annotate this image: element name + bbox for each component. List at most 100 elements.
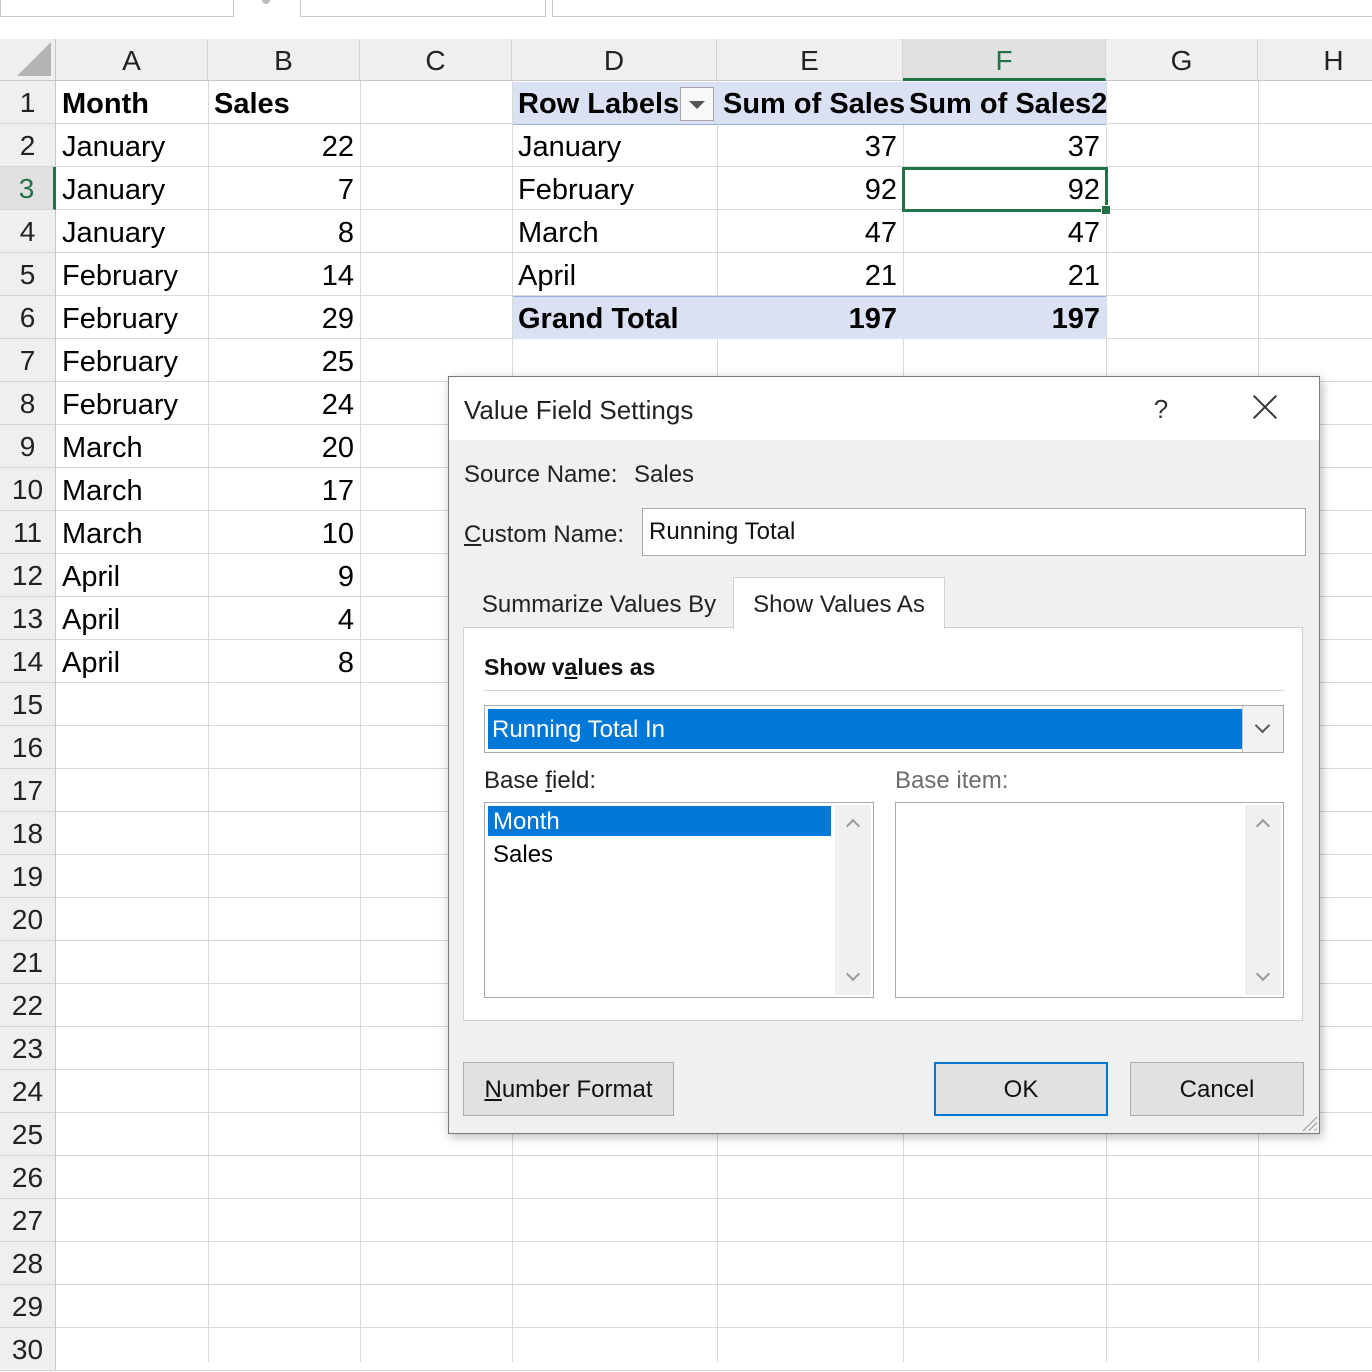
tab-summarize-values-by[interactable]: Summarize Values By — [465, 577, 733, 627]
close-icon[interactable] — [1245, 387, 1285, 427]
name-box[interactable]: F3 — [0, 0, 234, 17]
row-header-12[interactable]: 12 — [0, 554, 56, 597]
pivot-sum-of-sales-header[interactable]: Sum of Sales — [717, 81, 905, 124]
fill-handle[interactable] — [1101, 205, 1111, 215]
pivot-sum-cell[interactable]: 92 — [717, 167, 903, 210]
formula-input[interactable]: 92 — [552, 0, 1372, 17]
column-header-d[interactable]: D — [512, 39, 717, 81]
source-month-cell[interactable]: April — [56, 597, 208, 640]
row-labels-filter-button[interactable] — [680, 87, 714, 121]
row-header-22[interactable]: 22 — [0, 984, 56, 1027]
base-field-scrollbar[interactable] — [835, 805, 871, 995]
column-header-h[interactable]: H — [1258, 39, 1372, 81]
row-header-4[interactable]: 4 — [0, 210, 56, 253]
pivot-row-label[interactable]: March — [512, 210, 717, 253]
column-header-g[interactable]: G — [1106, 39, 1258, 81]
row-header-8[interactable]: 8 — [0, 382, 56, 425]
pivot-sum2-cell[interactable]: 37 — [903, 124, 1106, 167]
row-header-9[interactable]: 9 — [0, 425, 56, 468]
source-sales-cell[interactable]: 22 — [208, 124, 360, 167]
source-sales-cell[interactable]: 9 — [208, 554, 360, 597]
pivot-sum-cell[interactable]: 21 — [717, 253, 903, 296]
pivot-grand-total-sum[interactable]: 197 — [717, 296, 903, 339]
row-header-14[interactable]: 14 — [0, 640, 56, 683]
source-sales-cell[interactable]: 17 — [208, 468, 360, 511]
source-sales-cell[interactable]: 8 — [208, 640, 360, 683]
row-header-25[interactable]: 25 — [0, 1113, 56, 1156]
row-header-17[interactable]: 17 — [0, 769, 56, 812]
column-header-a[interactable]: A — [56, 39, 208, 81]
source-month-cell[interactable]: February — [56, 253, 208, 296]
chevron-up-icon[interactable] — [845, 818, 861, 834]
custom-name-input[interactable] — [642, 508, 1306, 556]
pivot-sum-cell[interactable]: 37 — [717, 124, 903, 167]
pivot-sum-cell[interactable]: 47 — [717, 210, 903, 253]
source-sales-cell[interactable]: 8 — [208, 210, 360, 253]
row-header-27[interactable]: 27 — [0, 1199, 56, 1242]
row-header-20[interactable]: 20 — [0, 898, 56, 941]
chevron-down-icon[interactable] — [1242, 706, 1283, 752]
help-icon[interactable]: ? — [1141, 389, 1181, 429]
source-sales-cell[interactable]: 14 — [208, 253, 360, 296]
row-header-21[interactable]: 21 — [0, 941, 56, 984]
source-sales-cell[interactable]: 20 — [208, 425, 360, 468]
source-sales-cell[interactable]: 25 — [208, 339, 360, 382]
row-header-24[interactable]: 24 — [0, 1070, 56, 1113]
row-header-13[interactable]: 13 — [0, 597, 56, 640]
row-header-23[interactable]: 23 — [0, 1027, 56, 1070]
source-sales-cell[interactable]: 4 — [208, 597, 360, 640]
pivot-row-label[interactable]: January — [512, 124, 717, 167]
pivot-grand-total-label[interactable]: Grand Total — [512, 296, 717, 339]
row-header-30[interactable]: 30 — [0, 1328, 56, 1371]
row-header-3[interactable]: 3 — [0, 167, 56, 210]
row-header-26[interactable]: 26 — [0, 1156, 56, 1199]
row-header-1[interactable]: 1 — [0, 81, 56, 124]
source-month-cell[interactable]: February — [56, 382, 208, 425]
pivot-sum2-cell[interactable]: 21 — [903, 253, 1106, 296]
row-header-10[interactable]: 10 — [0, 468, 56, 511]
source-month-cell[interactable]: March — [56, 468, 208, 511]
pivot-sum2-cell[interactable]: 47 — [903, 210, 1106, 253]
ok-button[interactable]: OK — [934, 1062, 1108, 1116]
source-month-cell[interactable]: February — [56, 339, 208, 382]
pivot-row-label[interactable]: February — [512, 167, 717, 210]
row-header-18[interactable]: 18 — [0, 812, 56, 855]
chevron-up-icon[interactable] — [1255, 818, 1271, 834]
pivot-grand-total-sum2[interactable]: 197 — [903, 296, 1106, 339]
pivot-row-label[interactable]: April — [512, 253, 717, 296]
base-item-list[interactable] — [895, 802, 1284, 998]
base-item-scrollbar[interactable] — [1245, 805, 1281, 995]
number-format-button[interactable]: Number Format — [463, 1062, 674, 1116]
source-month-cell[interactable]: February — [56, 296, 208, 339]
column-header-c[interactable]: C — [360, 39, 512, 81]
column-header-b[interactable]: B — [208, 39, 360, 81]
list-item-sales[interactable]: Sales — [488, 839, 553, 869]
row-header-7[interactable]: 7 — [0, 339, 56, 382]
cell-a1-header[interactable]: Month — [56, 81, 208, 124]
source-month-cell[interactable]: March — [56, 511, 208, 554]
row-header-28[interactable]: 28 — [0, 1242, 56, 1285]
row-header-6[interactable]: 6 — [0, 296, 56, 339]
cancel-button[interactable]: Cancel — [1130, 1062, 1304, 1116]
source-sales-cell[interactable]: 7 — [208, 167, 360, 210]
source-month-cell[interactable]: January — [56, 210, 208, 253]
list-item-month[interactable]: Month — [488, 806, 831, 836]
source-sales-cell[interactable]: 10 — [208, 511, 360, 554]
row-header-16[interactable]: 16 — [0, 726, 56, 769]
source-month-cell[interactable]: April — [56, 554, 208, 597]
source-month-cell[interactable]: January — [56, 124, 208, 167]
row-header-5[interactable]: 5 — [0, 253, 56, 296]
column-header-f[interactable]: F — [903, 39, 1106, 81]
cell-b1-header[interactable]: Sales — [208, 81, 360, 124]
show-values-as-dropdown[interactable]: Running Total In — [484, 705, 1284, 753]
row-header-19[interactable]: 19 — [0, 855, 56, 898]
chevron-down-icon[interactable] — [1255, 966, 1271, 982]
source-month-cell[interactable]: March — [56, 425, 208, 468]
chevron-down-icon[interactable] — [845, 966, 861, 982]
row-header-29[interactable]: 29 — [0, 1285, 56, 1328]
pivot-sum-of-sales2-header[interactable]: Sum of Sales2 — [903, 81, 1107, 124]
source-sales-cell[interactable]: 29 — [208, 296, 360, 339]
row-header-2[interactable]: 2 — [0, 124, 56, 167]
source-sales-cell[interactable]: 24 — [208, 382, 360, 425]
select-all-corner[interactable] — [0, 39, 56, 81]
